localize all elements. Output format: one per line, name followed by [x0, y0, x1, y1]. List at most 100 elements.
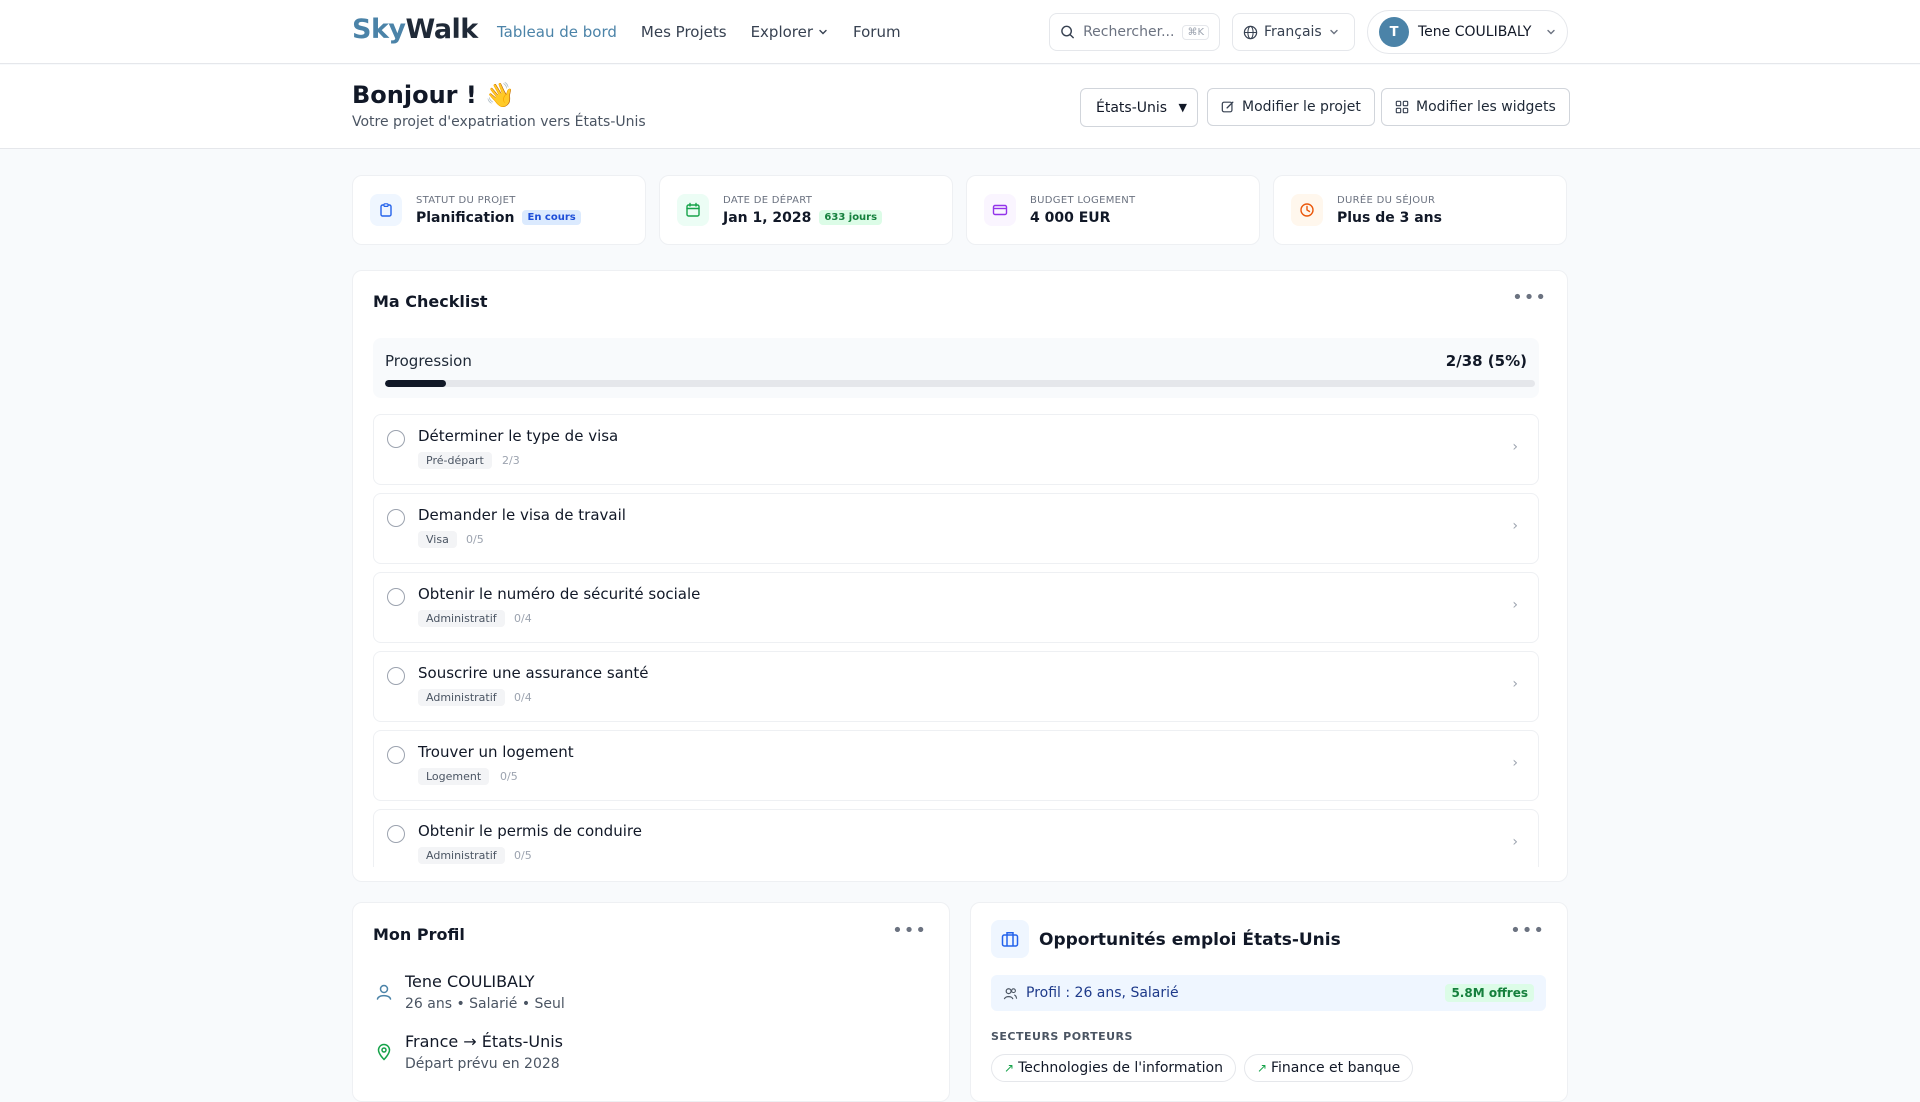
edit-icon	[1221, 101, 1234, 113]
list-item[interactable]: Souscrire une assurance santé Administra…	[373, 651, 1539, 722]
profile-name: Tene COULIBALY	[405, 972, 535, 991]
profile-card: Mon Profil ••• Tene COULIBALY 26 ans • S…	[352, 902, 950, 1102]
clipboard-icon	[370, 194, 402, 226]
task-count: 0/4	[514, 691, 532, 704]
task-category-tag: Pré-départ	[418, 452, 492, 469]
more-options-icon[interactable]: •••	[892, 920, 927, 941]
avatar: T	[1379, 17, 1409, 47]
checklist-card: Ma Checklist ••• Progression 2/38 (5%) D…	[352, 270, 1568, 882]
task-count: 0/5	[500, 770, 518, 783]
stat-card-duration: Durée du séjour Plus de 3 ans	[1273, 175, 1567, 245]
search-input[interactable]: Rechercher... ⌘K	[1049, 13, 1220, 51]
brand-logo-part-walk: Walk	[405, 14, 479, 45]
stat-label: Statut du projet	[416, 194, 516, 206]
edit-widgets-label: Modifier les widgets	[1416, 99, 1556, 115]
task-checkbox[interactable]	[387, 430, 405, 448]
stat-card-status: Statut du projet Planification En cours	[352, 175, 646, 245]
list-item[interactable]: Demander le visa de travail Visa 0/5 ›	[373, 493, 1539, 564]
stat-value: Jan 1, 2028	[723, 209, 812, 226]
chevron-right-icon: ›	[1512, 676, 1518, 692]
profile-route: France → États-Unis	[405, 1032, 563, 1051]
task-list: Déterminer le type de visa Pré-départ 2/…	[373, 414, 1543, 867]
days-remaining-badge: 633 jours	[819, 210, 883, 225]
task-count: 0/4	[514, 612, 532, 625]
task-checkbox[interactable]	[387, 509, 405, 527]
chevron-right-icon: ›	[1512, 834, 1518, 850]
task-category-tag: Visa	[418, 531, 457, 548]
job-opportunities-title: Opportunités emploi États-Unis	[1039, 930, 1341, 950]
job-profile-text: Profil : 26 ans, Salarié	[1026, 985, 1179, 1001]
brand-logo[interactable]: SkyWalk	[352, 14, 478, 45]
task-category-tag: Administratif	[418, 847, 505, 864]
edit-project-button[interactable]: Modifier le projet	[1207, 88, 1375, 126]
chevron-down-icon	[1547, 29, 1555, 35]
page-header: Bonjour ! 👋 Votre projet d'expatriation …	[0, 65, 1920, 149]
clock-icon	[1291, 194, 1323, 226]
chevron-down-icon	[819, 29, 827, 35]
task-title: Obtenir le numéro de sécurité sociale	[418, 585, 701, 603]
sector-tags: ↗ Technologies de l'information ↗ Financ…	[991, 1054, 1414, 1082]
nav-item-forum[interactable]: Forum	[853, 23, 901, 41]
profile-details: 26 ans • Salarié • Seul	[405, 996, 565, 1012]
stat-label: Date de départ	[723, 194, 813, 206]
users-icon	[1003, 987, 1018, 999]
trending-up-icon: ↗	[1256, 1061, 1267, 1075]
stat-card-budget: Budget logement 4 000 EUR	[966, 175, 1260, 245]
task-title: Obtenir le permis de conduire	[418, 822, 642, 840]
stat-value: Plus de 3 ans	[1337, 209, 1442, 226]
task-count: 0/5	[514, 849, 532, 862]
chevron-right-icon: ›	[1512, 755, 1518, 771]
task-title: Demander le visa de travail	[418, 506, 626, 524]
sectors-label: Secteurs porteurs	[991, 1030, 1133, 1043]
list-item[interactable]: Déterminer le type de visa Pré-départ 2/…	[373, 414, 1539, 485]
chevron-right-icon: ›	[1512, 518, 1518, 534]
credit-card-icon	[984, 194, 1016, 226]
country-select[interactable]: États-Unis ▼	[1080, 88, 1198, 127]
language-selector[interactable]: Français	[1232, 13, 1355, 51]
job-opportunities-card: Opportunités emploi États-Unis ••• Profi…	[970, 902, 1568, 1102]
chevron-down-icon	[1330, 29, 1338, 35]
top-navigation-bar: SkyWalk Tableau de bord Mes Projets Expl…	[0, 0, 1920, 64]
country-select-value: États-Unis	[1096, 99, 1168, 116]
grid-icon	[1395, 100, 1409, 114]
user-icon	[376, 984, 392, 1000]
nav-item-projects[interactable]: Mes Projets	[641, 23, 727, 41]
globe-icon	[1243, 25, 1258, 39]
nav-item-explore-label: Explorer	[750, 23, 814, 41]
stat-label: Durée du séjour	[1337, 194, 1436, 206]
more-options-icon[interactable]: •••	[1510, 920, 1545, 941]
stat-card-departure: Date de départ Jan 1, 2028 633 jours	[659, 175, 953, 245]
task-checkbox[interactable]	[387, 588, 405, 606]
user-menu[interactable]: T Tene COULIBALY	[1367, 10, 1568, 54]
chevron-right-icon: ›	[1512, 597, 1518, 613]
progress-bar	[385, 380, 1535, 387]
sector-tag-label: Technologies de l'information	[1018, 1060, 1223, 1076]
task-category-tag: Logement	[418, 768, 490, 785]
task-checkbox[interactable]	[387, 746, 405, 764]
task-count: 2/3	[502, 454, 520, 467]
language-label: Français	[1264, 24, 1322, 40]
page-subtitle: Votre projet d'expatriation vers États-U…	[352, 114, 646, 130]
task-category-tag: Administratif	[418, 610, 505, 627]
page-title: Bonjour ! 👋	[352, 81, 516, 109]
job-profile-banner: Profil : 26 ans, Salarié 5.8M offres	[991, 975, 1546, 1011]
progress-section: Progression 2/38 (5%)	[373, 338, 1539, 398]
chevron-down-icon: ▼	[1178, 101, 1187, 114]
nav-item-explore[interactable]: Explorer	[751, 23, 829, 41]
nav-item-dashboard[interactable]: Tableau de bord	[497, 23, 617, 41]
edit-widgets-button[interactable]: Modifier les widgets	[1381, 88, 1570, 126]
sector-tag[interactable]: ↗ Finance et banque	[1243, 1054, 1414, 1082]
stat-value: Planification	[416, 209, 515, 226]
job-offers-badge: 5.8M offres	[1445, 984, 1534, 1002]
sector-tag[interactable]: ↗ Technologies de l'information	[991, 1054, 1236, 1082]
stat-label: Budget logement	[1030, 194, 1136, 206]
chevron-right-icon: ›	[1512, 439, 1518, 455]
more-options-icon[interactable]: •••	[1512, 287, 1547, 308]
list-item[interactable]: Obtenir le permis de conduire Administra…	[373, 809, 1539, 867]
task-checkbox[interactable]	[387, 825, 405, 843]
search-placeholder: Rechercher...	[1083, 24, 1175, 40]
task-checkbox[interactable]	[387, 667, 405, 685]
progress-label: Progression	[385, 352, 472, 370]
list-item[interactable]: Obtenir le numéro de sécurité sociale Ad…	[373, 572, 1539, 643]
list-item[interactable]: Trouver un logement Logement 0/5 ›	[373, 730, 1539, 801]
